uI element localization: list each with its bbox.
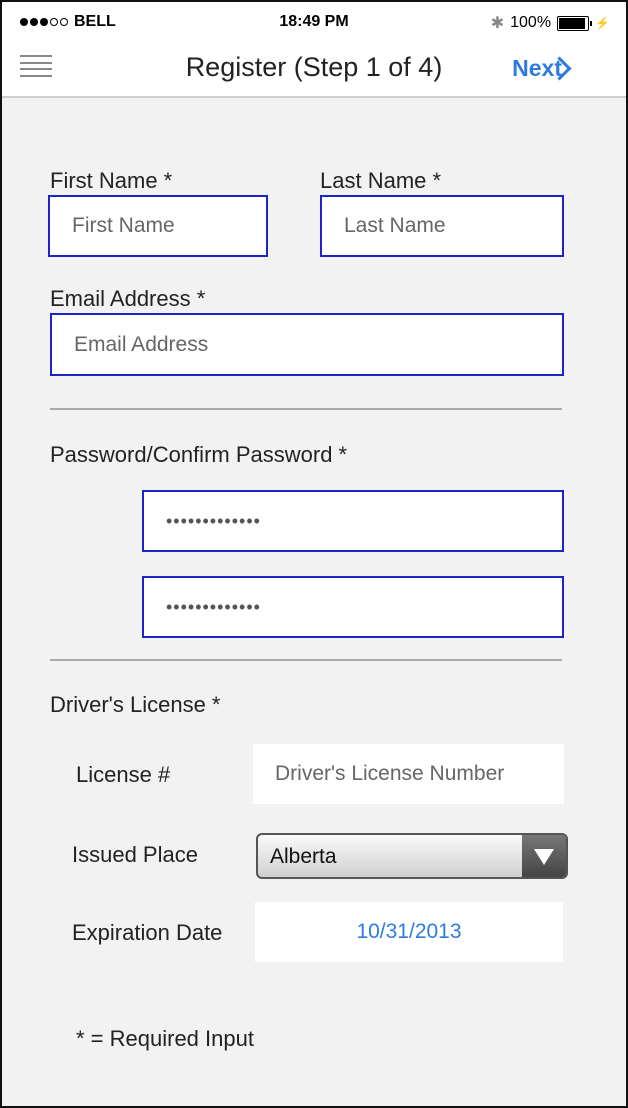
first-name-field[interactable]: First Name bbox=[48, 195, 268, 257]
bluetooth-icon: ✱ bbox=[490, 15, 505, 32]
divider bbox=[50, 408, 562, 410]
status-right: ✱ 100% ⚡ bbox=[491, 13, 610, 33]
email-label: Email Address * bbox=[50, 286, 206, 311]
license-number-label: License # bbox=[76, 762, 171, 787]
phone-screen: BELL 18:49 PM ✱ 100% ⚡ Register (Step 1 … bbox=[0, 0, 628, 1108]
battery-icon bbox=[557, 15, 593, 31]
email-field[interactable]: Email Address bbox=[50, 313, 564, 376]
charging-icon: ⚡ bbox=[595, 16, 610, 30]
last-name-label: Last Name * bbox=[320, 168, 442, 193]
divider bbox=[50, 659, 562, 661]
password-label: Password/Confirm Password * bbox=[50, 442, 348, 467]
issued-place-select[interactable]: Alberta bbox=[256, 833, 568, 879]
confirm-password-field[interactable]: ••••••••••••• bbox=[142, 576, 564, 638]
dropdown-arrow-icon[interactable] bbox=[522, 835, 566, 877]
required-note: * = Required Input bbox=[76, 1026, 254, 1051]
issued-place-value: Alberta bbox=[270, 845, 337, 868]
password-field[interactable]: ••••••••••••• bbox=[142, 490, 564, 552]
issued-place-label: Issued Place bbox=[72, 842, 198, 867]
license-section-label: Driver's License * bbox=[50, 692, 221, 717]
license-number-field[interactable]: Driver's License Number bbox=[253, 744, 564, 804]
first-name-label: First Name * bbox=[50, 168, 173, 193]
expiration-date-field[interactable]: 10/31/2013 bbox=[255, 902, 563, 962]
status-bar: BELL 18:49 PM ✱ 100% ⚡ bbox=[2, 2, 626, 42]
navigation-bar: Register (Step 1 of 4) Next bbox=[2, 42, 626, 98]
last-name-field[interactable]: Last Name bbox=[320, 195, 564, 257]
expiration-date-label: Expiration Date bbox=[72, 920, 223, 945]
battery-percent: 100% bbox=[510, 14, 552, 31]
